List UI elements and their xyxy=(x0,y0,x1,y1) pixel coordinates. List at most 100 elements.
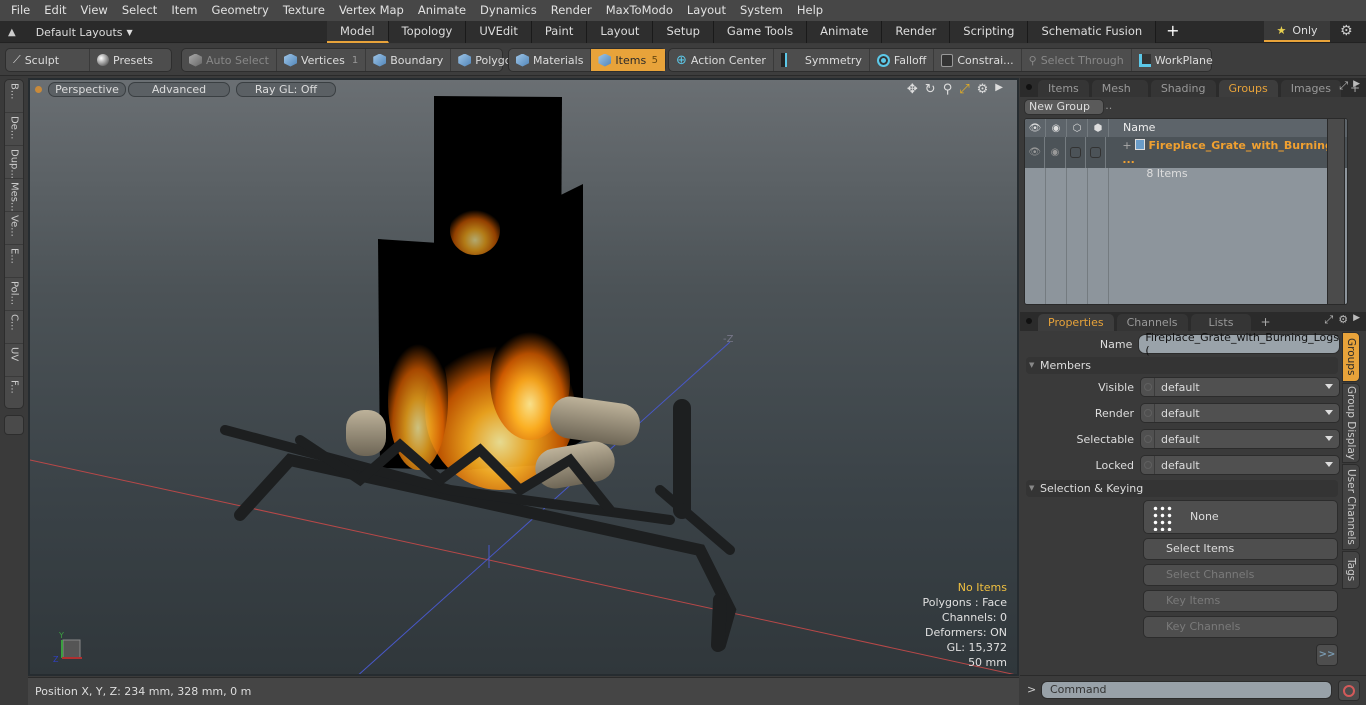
left-tab-fusion[interactable]: F... xyxy=(5,377,23,410)
sculpt-button[interactable]: ⟋ Sculpt xyxy=(6,49,90,71)
tab-setup[interactable]: Setup xyxy=(653,21,714,43)
constraints-button[interactable]: Constrai... xyxy=(934,49,1022,71)
move-view-icon[interactable]: ✥ xyxy=(907,82,918,97)
menu-layout[interactable]: Layout xyxy=(680,0,733,21)
only-toggle[interactable]: ★ Only xyxy=(1264,21,1330,42)
left-tab-polygon[interactable]: Pol... xyxy=(5,278,23,311)
eye-icon[interactable]: 👁 xyxy=(1025,119,1046,137)
auto-select-button[interactable]: Auto Select xyxy=(182,49,277,71)
action-center-button[interactable]: ⊕ Action Center xyxy=(669,49,774,71)
symmetry-button[interactable]: Symmetry xyxy=(774,49,870,71)
menu-view[interactable]: View xyxy=(74,0,115,21)
viewport-options-dot[interactable] xyxy=(35,86,42,93)
select-toggle[interactable] xyxy=(1086,137,1107,168)
viewport-menu-arrow-icon[interactable]: ▶ xyxy=(995,82,1003,97)
left-tab-curve[interactable]: C... xyxy=(5,311,23,344)
workplane-button[interactable]: WorkPlane xyxy=(1132,49,1220,71)
select-through-button[interactable]: ⚲ Select Through xyxy=(1022,49,1132,71)
side-tab-group-display[interactable]: Group Display xyxy=(1342,383,1360,463)
tab-schematic-fusion[interactable]: Schematic Fusion xyxy=(1028,21,1157,43)
left-tab-basic[interactable]: B... xyxy=(5,80,23,113)
tab-images[interactable]: Images xyxy=(1280,80,1341,97)
left-tab-edge[interactable]: E... xyxy=(5,245,23,278)
expand-icon[interactable]: ⤢ xyxy=(1324,313,1333,327)
menu-maxtomodo[interactable]: MaxToModo xyxy=(599,0,680,21)
menu-texture[interactable]: Texture xyxy=(276,0,332,21)
lock-cube-icon[interactable]: ⬡ xyxy=(1067,119,1088,137)
visibility-toggle-icon[interactable]: 👁 xyxy=(1025,137,1046,168)
left-tab-vertex[interactable]: Ve... xyxy=(5,212,23,245)
tab-uvedit[interactable]: UVEdit xyxy=(466,21,532,43)
tab-animate[interactable]: Animate xyxy=(807,21,883,43)
command-input[interactable]: Command xyxy=(1041,681,1332,699)
left-tab-deform[interactable]: De... xyxy=(5,113,23,146)
materials-button[interactable]: Materials xyxy=(509,49,592,71)
add-tab-button[interactable]: + xyxy=(1156,21,1189,43)
locked-dropdown[interactable]: default xyxy=(1140,455,1340,475)
side-tab-tags[interactable]: Tags xyxy=(1342,551,1360,589)
lock-toggle[interactable] xyxy=(1066,137,1086,168)
panel-arrow-icon[interactable]: ▶ xyxy=(1353,79,1360,93)
tab-render[interactable]: Render xyxy=(882,21,951,43)
more-button[interactable]: >> xyxy=(1316,644,1338,666)
select-cube-icon[interactable]: ⬢ xyxy=(1088,119,1109,137)
group-list-scrollbar[interactable] xyxy=(1327,118,1345,305)
maximize-view-icon[interactable]: ⤢ xyxy=(959,82,969,97)
menu-help[interactable]: Help xyxy=(790,0,830,21)
tab-items[interactable]: Items xyxy=(1038,80,1089,97)
tab-model[interactable]: Model xyxy=(327,21,389,43)
tab-mesh[interactable]: Mesh ... xyxy=(1091,80,1148,112)
menu-item[interactable]: Item xyxy=(164,0,204,21)
key-channels-button[interactable]: Key Channels xyxy=(1143,616,1338,638)
items-button[interactable]: Items 5 xyxy=(591,49,665,71)
key-items-button[interactable]: Key Items xyxy=(1143,590,1338,612)
expand-icon[interactable]: ⤢ xyxy=(1339,79,1348,93)
members-section[interactable]: Members xyxy=(1026,357,1338,374)
panel-dot-icon[interactable] xyxy=(1026,84,1032,90)
tab-game-tools[interactable]: Game Tools xyxy=(713,21,808,43)
tab-scripting[interactable]: Scripting xyxy=(950,21,1029,43)
tab-paint[interactable]: Paint xyxy=(531,21,588,43)
menu-dynamics[interactable]: Dynamics xyxy=(473,0,544,21)
render-dropdown[interactable]: default xyxy=(1140,403,1340,423)
menu-vertex-map[interactable]: Vertex Map xyxy=(332,0,411,21)
side-tab-user-channels[interactable]: User Channels xyxy=(1342,464,1360,550)
visible-dropdown[interactable]: default xyxy=(1140,377,1340,397)
layouts-dropdown[interactable]: ▲ Default Layouts ▼ xyxy=(8,21,133,43)
selection-keying-section[interactable]: Selection & Keying xyxy=(1026,480,1338,497)
rotate-view-icon[interactable]: ↻ xyxy=(925,82,936,97)
vertices-button[interactable]: Vertices 1 xyxy=(277,49,367,71)
add-panel-tab-button[interactable]: + xyxy=(1254,314,1276,331)
none-button[interactable]: None xyxy=(1143,500,1338,534)
menu-geometry[interactable]: Geometry xyxy=(205,0,276,21)
select-items-button[interactable]: Select Items xyxy=(1143,538,1338,560)
left-panel-toggle[interactable] xyxy=(4,415,24,435)
boundary-button[interactable]: Boundary xyxy=(366,49,452,71)
settings-icon[interactable]: ⚙ xyxy=(1338,313,1348,327)
zoom-view-icon[interactable]: ⚲ xyxy=(943,82,953,97)
tab-properties[interactable]: Properties xyxy=(1038,314,1114,331)
menu-file[interactable]: File xyxy=(4,0,37,21)
left-tab-mesh-edit[interactable]: Mes... xyxy=(5,179,23,212)
expand-group-icon[interactable]: + xyxy=(1122,139,1131,152)
menu-edit[interactable]: Edit xyxy=(37,0,73,21)
view-mode-button[interactable]: Perspective xyxy=(48,82,126,97)
name-field[interactable]: Fireplace_Grate_with_Burning_Logs ( xyxy=(1138,331,1340,357)
selectable-dropdown[interactable]: default xyxy=(1140,429,1340,449)
side-tab-groups[interactable]: Groups xyxy=(1342,332,1360,382)
shading-mode-button[interactable]: Advanced xyxy=(128,82,230,97)
menu-render[interactable]: Render xyxy=(544,0,599,21)
tab-channels[interactable]: Channels xyxy=(1116,314,1188,331)
render-toggle-icon[interactable]: ◉ xyxy=(1045,137,1066,168)
group-row[interactable]: 👁 ◉ + Fireplace_Grate_with_Burning_ ... … xyxy=(1025,137,1347,180)
gear-icon[interactable]: ⚙ xyxy=(1340,23,1353,39)
menu-select[interactable]: Select xyxy=(115,0,164,21)
record-macro-button[interactable] xyxy=(1338,680,1360,701)
falloff-button[interactable]: Falloff xyxy=(870,49,935,71)
select-channels-button[interactable]: Select Channels xyxy=(1143,564,1338,586)
menu-animate[interactable]: Animate xyxy=(411,0,473,21)
panel-arrow-icon[interactable]: ▶ xyxy=(1353,313,1360,327)
render-camera-icon[interactable]: ◉ xyxy=(1046,119,1067,137)
presets-button[interactable]: Presets xyxy=(90,49,160,71)
left-tab-duplicate[interactable]: Dup... xyxy=(5,146,23,179)
